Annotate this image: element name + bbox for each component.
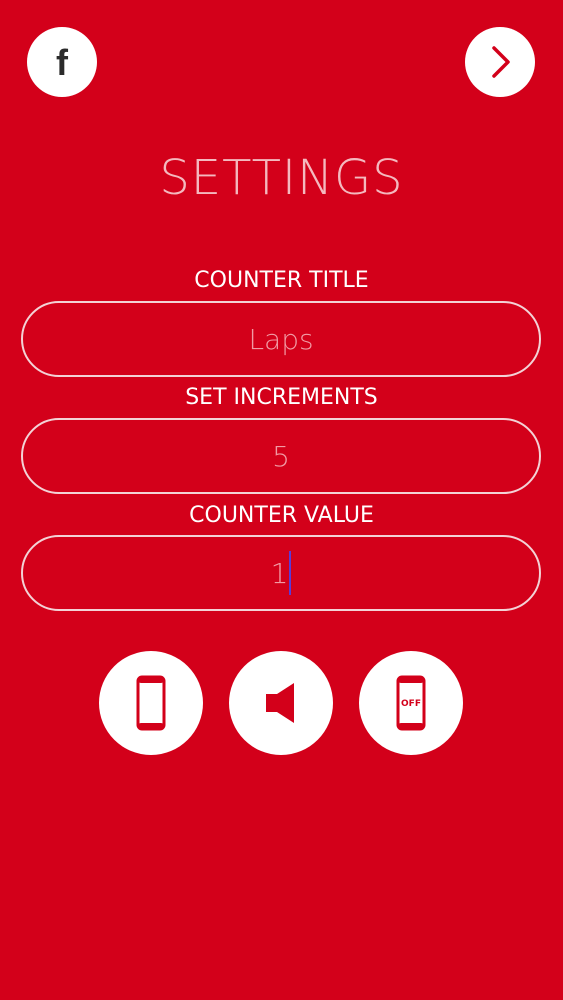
phone-off-icon: OFF [396, 675, 426, 731]
next-button[interactable] [465, 27, 535, 97]
set-increments-value: 5 [272, 439, 290, 473]
counter-title-label: COUNTER TITLE [194, 268, 369, 293]
sound-button[interactable] [229, 651, 333, 755]
page-title: SETTINGS [159, 150, 404, 206]
chevron-right-icon [492, 46, 510, 78]
phone-icon [136, 675, 166, 731]
set-increments-label: SET INCREMENTS [185, 385, 378, 410]
counter-value-input[interactable]: 1 [21, 535, 541, 611]
counter-value-value: 1 [270, 556, 289, 590]
facebook-icon: f [56, 42, 68, 83]
counter-value-label: COUNTER VALUE [189, 503, 374, 528]
screen-off-button[interactable]: OFF [359, 651, 463, 755]
counter-title-value: Laps [248, 322, 314, 356]
set-increments-input[interactable]: 5 [21, 418, 541, 494]
text-caret [289, 551, 292, 595]
off-label: OFF [401, 699, 421, 709]
counter-title-input[interactable]: Laps [21, 301, 541, 377]
vibrate-button[interactable] [99, 651, 203, 755]
speaker-icon [266, 683, 294, 723]
facebook-button[interactable]: f [27, 27, 97, 97]
